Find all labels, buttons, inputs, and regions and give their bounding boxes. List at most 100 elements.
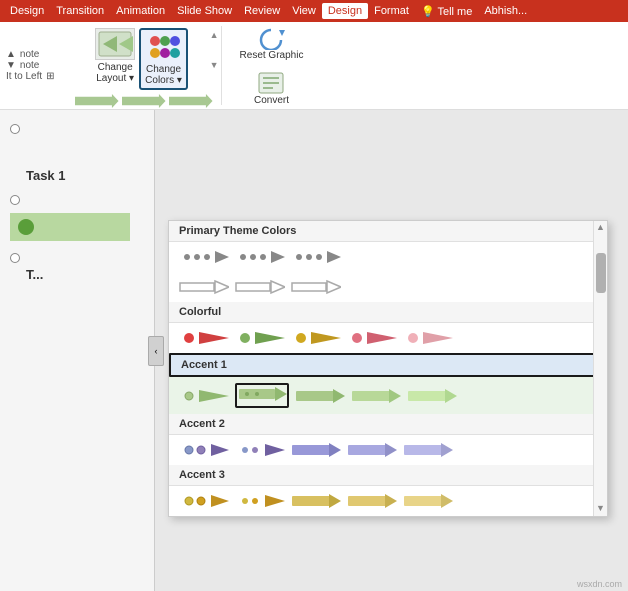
section-accent3: Accent 3 bbox=[169, 465, 607, 486]
arrow-color-ltpink bbox=[403, 329, 453, 347]
accent2-row-1[interactable] bbox=[169, 435, 607, 465]
scroll-down-icon[interactable]: ▼ bbox=[210, 60, 219, 70]
task-2-dot bbox=[10, 195, 20, 205]
reset-graphic-label: Reset Graphic bbox=[240, 50, 304, 61]
change-colors-label: ChangeColors ▾ bbox=[145, 64, 182, 86]
arrow-dots-gray-1 bbox=[179, 248, 229, 266]
primary-row-2[interactable] bbox=[169, 272, 607, 302]
arrow-color-green bbox=[235, 329, 285, 347]
menu-tell-me[interactable]: 💡 Tell me bbox=[415, 3, 478, 20]
convert-button[interactable]: Convert bbox=[248, 69, 295, 108]
accent2-arrows bbox=[179, 441, 453, 459]
menu-design-2[interactable]: Design bbox=[322, 3, 368, 19]
colorful-row-1[interactable] bbox=[169, 323, 607, 353]
note-down-icon: ▼ bbox=[6, 60, 16, 71]
theme-preview-row-1 bbox=[75, 94, 213, 108]
accent2-arrow-5 bbox=[403, 441, 453, 459]
section-accent2: Accent 2 bbox=[169, 414, 607, 435]
task-1-dot bbox=[10, 124, 20, 134]
note-label-1: note bbox=[20, 49, 39, 60]
primary-arrows-1 bbox=[179, 248, 341, 266]
section-accent1: Accent 1 bbox=[169, 353, 607, 377]
arrow-color-pink bbox=[347, 329, 397, 347]
slide-panel: Task 1 T... ‹ bbox=[0, 110, 155, 591]
primary-row-1[interactable] bbox=[169, 242, 607, 272]
it-to-left: It to Left ⊞ bbox=[6, 71, 55, 82]
accent3-arrow-4 bbox=[347, 492, 397, 510]
accent2-arrow-2 bbox=[235, 441, 285, 459]
theme-arrow-3 bbox=[169, 94, 213, 108]
menu-review[interactable]: Review bbox=[238, 3, 286, 19]
accent3-row-1[interactable] bbox=[169, 486, 607, 516]
collapse-panel-button[interactable]: ‹ bbox=[148, 336, 164, 366]
dropdown-scroll-down[interactable]: ▼ bbox=[594, 502, 607, 514]
convert-label: Convert bbox=[254, 95, 289, 106]
accent3-arrow-3 bbox=[291, 492, 341, 510]
scroll-up-icon[interactable]: ▲ bbox=[210, 30, 219, 40]
ribbon-group-layouts: ChangeLayout ▾ ChangeColors ▾ bbox=[63, 26, 222, 105]
task-3-row bbox=[10, 253, 148, 263]
change-layout-button[interactable]: ChangeLayout ▾ bbox=[95, 28, 135, 84]
menu-view[interactable]: View bbox=[286, 3, 322, 19]
accent3-arrow-5 bbox=[403, 492, 453, 510]
accent3-arrow-2 bbox=[235, 492, 285, 510]
accent2-arrow-3 bbox=[291, 441, 341, 459]
menu-design-1[interactable]: Design bbox=[4, 3, 50, 19]
arrow-color-yellow bbox=[291, 329, 341, 347]
reset-graphic-button[interactable]: Reset Graphic bbox=[234, 24, 310, 63]
arrow-dots-gray-2 bbox=[235, 248, 285, 266]
change-colors-icon bbox=[146, 32, 182, 64]
accent3-arrows bbox=[179, 492, 453, 510]
accent1-selected-box bbox=[235, 383, 289, 408]
dropdown-scroll-up[interactable]: ▲ bbox=[594, 221, 607, 233]
accent1-arrow-1 bbox=[179, 387, 229, 405]
layout-icon: ⊞ bbox=[46, 71, 54, 82]
primary-arrows-2 bbox=[179, 278, 341, 296]
menu-transition[interactable]: Transition bbox=[50, 3, 110, 19]
arrow-outline-3 bbox=[291, 278, 341, 296]
ribbon: ▲ note ▼ note It to Left ⊞ ChangeLay bbox=[0, 22, 628, 110]
convert-icon bbox=[257, 71, 285, 95]
arrow-outline-1 bbox=[179, 278, 229, 296]
change-layout-icon bbox=[95, 28, 135, 60]
dropdown-scroll-thumb[interactable] bbox=[596, 253, 606, 293]
accent1-arrow-4 bbox=[351, 387, 401, 405]
accent1-arrow-5 bbox=[407, 387, 457, 405]
section-primary: Primary Theme Colors bbox=[169, 221, 607, 242]
green-dot bbox=[18, 219, 34, 235]
task-2-row bbox=[10, 195, 148, 205]
theme-arrow-1 bbox=[75, 94, 119, 108]
note-item-1: ▲ note bbox=[6, 49, 55, 60]
reset-icon bbox=[257, 26, 285, 50]
change-colors-button[interactable]: ChangeColors ▾ bbox=[139, 28, 188, 90]
green-bar bbox=[10, 213, 130, 241]
task-1-row bbox=[10, 124, 148, 134]
colorful-arrows bbox=[179, 329, 453, 347]
main-area: Task 1 T... ‹ Primary Theme Colors bbox=[0, 110, 628, 591]
menu-format[interactable]: Format bbox=[368, 3, 415, 19]
accent2-arrow-1 bbox=[179, 441, 229, 459]
arrow-dots-gray-3 bbox=[291, 248, 341, 266]
color-dropdown: Primary Theme Colors bbox=[168, 220, 608, 517]
theme-arrow-2 bbox=[122, 94, 166, 108]
change-layout-label: ChangeLayout ▾ bbox=[96, 62, 134, 84]
accent1-arrows bbox=[179, 383, 457, 408]
menu-slideshow[interactable]: Slide Show bbox=[171, 3, 238, 19]
accent3-arrow-1 bbox=[179, 492, 229, 510]
task-2-label: T... bbox=[26, 267, 148, 282]
arrow-outline-2 bbox=[235, 278, 285, 296]
task-1-label: Task 1 bbox=[26, 168, 148, 183]
menu-user[interactable]: Abhish... bbox=[478, 3, 533, 19]
accent1-arrow-3 bbox=[295, 387, 345, 405]
accent1-arrow-selected bbox=[237, 385, 287, 403]
accent2-arrow-4 bbox=[347, 441, 397, 459]
section-colorful: Colorful bbox=[169, 302, 607, 323]
menu-animation[interactable]: Animation bbox=[110, 3, 171, 19]
dropdown-scrollbar[interactable]: ▲ ▼ bbox=[593, 221, 607, 516]
note-label-2: note bbox=[20, 60, 39, 71]
accent1-row-1[interactable] bbox=[169, 377, 607, 414]
note-item-2: ▼ note bbox=[6, 60, 55, 71]
note-up-icon: ▲ bbox=[6, 49, 16, 60]
task-3-dot bbox=[10, 253, 20, 263]
it-to-left-label: It to Left bbox=[6, 71, 42, 82]
